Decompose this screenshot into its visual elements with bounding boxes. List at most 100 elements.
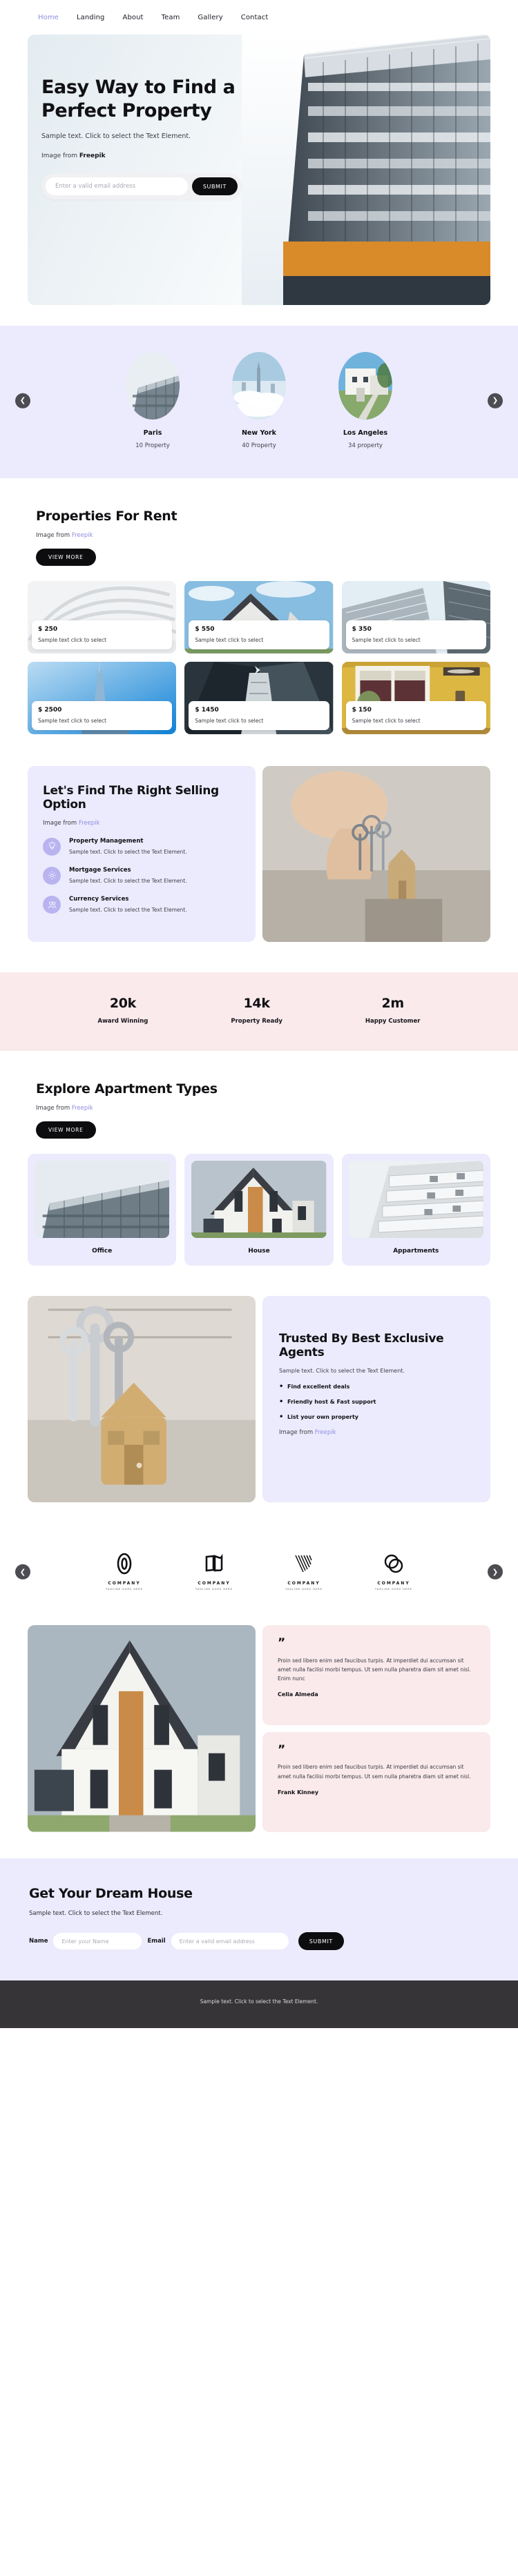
property-card[interactable]: $ 150 Sample text click to select [341, 661, 490, 734]
property-card[interactable]: $ 1450 Sample text click to select [184, 661, 334, 734]
partner-logo-item[interactable]: COMPANY TAGLINE GOES HERE [278, 1552, 329, 1591]
cta-email-input[interactable] [171, 1933, 289, 1950]
city-list: Paris 10 Property New York 40 Property L… [0, 352, 518, 449]
credit-source-link[interactable]: Freepik [72, 532, 93, 539]
quote-icon: ” [278, 1636, 285, 1651]
hero-email-input[interactable] [46, 177, 188, 196]
chevron-right-icon[interactable]: ❯ [488, 1564, 503, 1580]
hero-building-photo [242, 35, 490, 305]
city-card[interactable]: Los Angeles 34 property [327, 352, 404, 449]
cta-name-label: Name [29, 1938, 48, 1945]
credit-source-link[interactable]: Freepik [79, 820, 100, 827]
city-card[interactable]: Paris 10 Property [114, 352, 191, 449]
properties-grid: $ 250 Sample text click to select $ 550 … [28, 580, 490, 743]
hero-section: Easy Way to Find a Perfect Property Samp… [0, 35, 518, 326]
stat-item: 20k Award Winning [98, 996, 148, 1025]
partner-logo-name: COMPANY [108, 1581, 141, 1586]
property-price: $ 250 [38, 625, 58, 633]
property-label: $ 2500 Sample text click to select [32, 700, 173, 730]
hero-subscribe-form: SUBMIT [41, 173, 242, 200]
feature-item[interactable]: Currency Services Sample text. Click to … [43, 896, 240, 914]
property-description: Sample text click to select [195, 717, 264, 724]
apartment-type-card[interactable]: House [184, 1153, 334, 1266]
chevron-right-icon[interactable]: ❯ [488, 393, 503, 409]
partner-logo-tagline: TAGLINE GOES HERE [195, 1588, 233, 1591]
feature-item[interactable]: Mortgage Services Sample text. Click to … [43, 866, 240, 885]
cta-submit-button[interactable]: SUBMIT [298, 1932, 344, 1951]
hero-credit-source[interactable]: Freepik [79, 153, 106, 159]
trusted-subtitle: Sample text. Click to select the Text El… [279, 1368, 405, 1375]
city-count: 40 Property [242, 442, 276, 449]
testimonial-house-photo [28, 1625, 256, 1832]
city-carousel-section: ❮ ❯ Paris 10 Property New York 40 Proper… [0, 326, 518, 478]
stat-label: Happy Customer [365, 1017, 421, 1025]
trusted-title: Trusted By Best Exclusive Agents [279, 1331, 444, 1359]
selling-option-section: Let's Find The Right Selling Option Imag… [0, 765, 518, 949]
partner-logos-section: ❮ ❯ COMPANY TAGLINE GOES HERE COMPANY TA… [0, 1528, 518, 1619]
testimonials-section: ” Proin sed libero enim sed faucibus tur… [0, 1625, 518, 1832]
feature-text: Sample text. Click to select the Text El… [69, 877, 187, 884]
property-card[interactable]: $ 550 Sample text click to select [184, 580, 334, 653]
apartments-header: Explore Apartment Types Image from Freep… [28, 1051, 490, 1139]
property-card[interactable]: $ 350 Sample text click to select [341, 580, 490, 653]
selling-card: Let's Find The Right Selling Option Imag… [28, 765, 256, 942]
trusted-bullet: Find excellent deals [279, 1383, 472, 1390]
feature-title: Mortgage Services [69, 866, 131, 874]
apartment-type-card[interactable]: Office [28, 1153, 177, 1266]
hero-credit-prefix: Image from [41, 153, 79, 160]
apartments-image-credit: Image from Freepik [36, 1105, 490, 1112]
partner-logo-name: COMPANY [287, 1581, 320, 1586]
credit-prefix: Image from [36, 531, 72, 539]
selling-layout: Let's Find The Right Selling Option Imag… [28, 765, 490, 949]
credit-prefix: Image from [43, 819, 79, 827]
hero-submit-button[interactable]: SUBMIT [191, 177, 238, 196]
property-card[interactable]: $ 2500 Sample text click to select [28, 661, 177, 734]
lightbulb-icon [43, 837, 61, 856]
quote-icon: ” [278, 1742, 285, 1757]
apartment-type-name: House [248, 1247, 270, 1255]
property-description: Sample text click to select [195, 636, 264, 643]
nav-item-about[interactable]: About [123, 14, 144, 21]
trusted-layout: Trusted By Best Exclusive Agents Sample … [28, 1295, 490, 1503]
property-card[interactable]: $ 250 Sample text click to select [28, 580, 177, 653]
chevron-left-icon[interactable]: ❮ [15, 1564, 30, 1580]
credit-source-link[interactable]: Freepik [72, 1105, 93, 1112]
credit-prefix: Image from [36, 1104, 72, 1112]
credit-source-link[interactable]: Freepik [315, 1429, 336, 1436]
testimonial-card: ” Proin sed libero enim sed faucibus tur… [262, 1625, 490, 1725]
apartment-types-grid: Office House Appartments [28, 1153, 490, 1272]
apartments-view-more-button[interactable]: VIEW MORE [36, 1121, 96, 1139]
nav-item-contact[interactable]: Contact [241, 14, 269, 21]
property-description: Sample text click to select [38, 717, 107, 724]
feature-title: Property Management [69, 837, 144, 845]
partner-logo-item[interactable]: COMPANY TAGLINE GOES HERE [189, 1552, 240, 1591]
testimonial-text: Proin sed libero enim sed faucibus turpi… [278, 1764, 471, 1780]
properties-view-more-button[interactable]: VIEW MORE [36, 548, 96, 566]
property-label: $ 1450 Sample text click to select [189, 700, 329, 730]
trusted-agents-section: Trusted By Best Exclusive Agents Sample … [0, 1295, 518, 1503]
cta-email-label: Email [147, 1938, 166, 1945]
partner-logo-tagline: TAGLINE GOES HERE [375, 1588, 412, 1591]
partner-logo-item[interactable]: COMPANY TAGLINE GOES HERE [368, 1552, 419, 1591]
city-name: Los Angeles [343, 429, 388, 437]
chevron-left-icon[interactable]: ❮ [15, 393, 30, 409]
feature-item[interactable]: Property Management Sample text. Click t… [43, 837, 240, 856]
testimonial-text: Proin sed libero enim sed faucibus turpi… [278, 1657, 471, 1682]
trusted-bullet-list: Find excellent deals Friendly host & Fas… [279, 1383, 472, 1421]
nav-item-home[interactable]: Home [38, 14, 59, 21]
partner-logo-tagline: TAGLINE GOES HERE [106, 1588, 143, 1591]
hero-title: Easy Way to Find a Perfect Property [41, 77, 236, 122]
selling-title: Let's Find The Right Selling Option [43, 783, 219, 812]
feature-text: Sample text. Click to select the Text El… [69, 848, 187, 855]
partner-logo-tagline: TAGLINE GOES HERE [285, 1588, 323, 1591]
city-card[interactable]: New York 40 Property [220, 352, 298, 449]
nav-item-team[interactable]: Team [162, 14, 180, 21]
nav-item-landing[interactable]: Landing [77, 14, 105, 21]
stat-label: Award Winning [97, 1017, 148, 1025]
partner-logo-item[interactable]: COMPANY TAGLINE GOES HERE [99, 1552, 150, 1591]
cta-name-input[interactable] [53, 1933, 142, 1950]
oval-knot-logo-icon [99, 1552, 150, 1575]
stat-value: 20k [109, 995, 137, 1011]
nav-item-gallery[interactable]: Gallery [198, 14, 222, 21]
apartment-type-card[interactable]: Appartments [341, 1153, 490, 1266]
